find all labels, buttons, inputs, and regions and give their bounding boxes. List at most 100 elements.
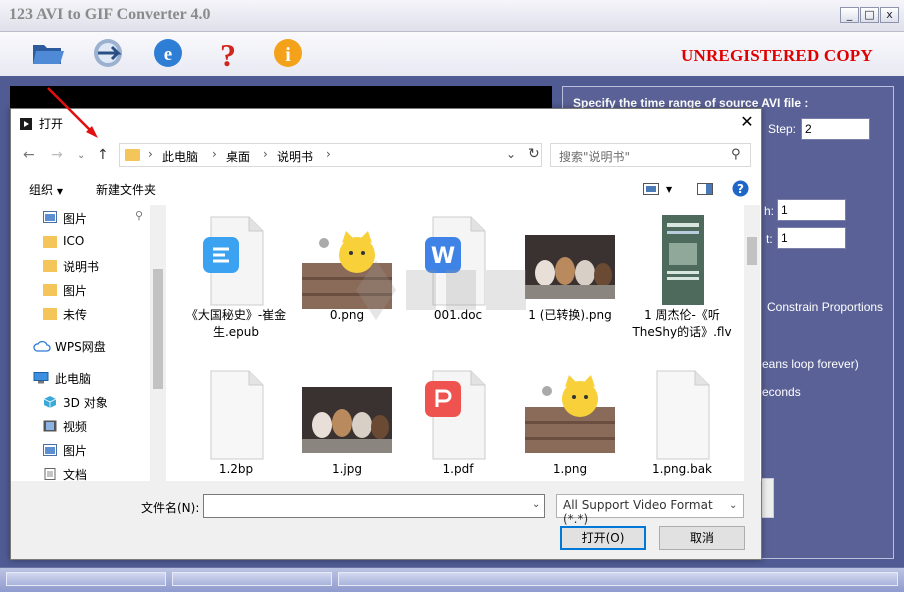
- info-icon[interactable]: i: [270, 35, 306, 71]
- file-list-scroll-thumb[interactable]: [747, 237, 757, 265]
- toolbar: e ? i UNREGISTERED COPY: [0, 32, 904, 76]
- wps-doc-icon: W: [425, 216, 486, 306]
- dialog-app-icon: [20, 118, 32, 130]
- sidebar-scroll-thumb[interactable]: [153, 269, 163, 389]
- sidebar-item-unsent[interactable]: 未传: [63, 306, 87, 323]
- sidebar-item-ico[interactable]: ICO: [63, 234, 84, 248]
- sidebar-item-this-pc[interactable]: 此电脑: [55, 370, 91, 387]
- forward-icon[interactable]: →: [51, 147, 63, 163]
- document-icon: [44, 468, 56, 480]
- filename-label: 文件名(N):: [141, 501, 200, 515]
- folder-icon: [43, 308, 57, 320]
- constrain-proportions-label[interactable]: Constrain Proportions: [767, 300, 883, 314]
- minimize-button[interactable]: _: [840, 7, 859, 23]
- cartoon-cat-thumbnail: [302, 213, 392, 309]
- preview-pane-icon[interactable]: [697, 183, 713, 195]
- up-folder-icon[interactable]: ↑: [97, 147, 109, 163]
- refresh-icon[interactable]: ↻: [528, 146, 540, 162]
- puppies-thumbnail: [525, 235, 615, 299]
- view-mode-icon[interactable]: [643, 183, 659, 195]
- title-bar: 123 AVI to GIF Converter 4.0 _ □ x: [0, 0, 904, 32]
- file-list: 《大国秘史》-崔金生.epub 0.png W 001.doc 1 (已转换).…: [167, 205, 761, 481]
- sidebar-item-wps-cloud[interactable]: WPS网盘: [55, 338, 106, 355]
- web-icon[interactable]: e: [150, 35, 186, 71]
- dialog-footer: 文件名(N): ⌄ All Support Video Format (*.*)…: [11, 481, 761, 559]
- pictures-icon: [43, 444, 57, 456]
- sidebar-item-documents[interactable]: 文档: [63, 466, 87, 481]
- new-folder-button[interactable]: 新建文件夹: [96, 181, 156, 198]
- file-name: 1.png.bak: [651, 462, 713, 476]
- open-file-dialog: 打开 ✕ ← → ⌄ ↑ › 此电脑 › 桌面 › 说明书 › ⌄ ↻ 搜索"说…: [10, 108, 762, 560]
- status-segment: [338, 572, 898, 586]
- field1-label: h:: [764, 204, 775, 218]
- file-type-select[interactable]: All Support Video Format (*.*) ⌄: [556, 494, 744, 526]
- search-placeholder: 搜索"说明书": [559, 150, 631, 164]
- epub-icon: [203, 216, 264, 306]
- field1-input[interactable]: [777, 199, 846, 221]
- svg-text:i: i: [285, 44, 291, 66]
- pin-icon[interactable]: ⚲: [135, 209, 143, 222]
- file-name: 1 周杰伦-《听TheShy的话》.flv: [632, 308, 732, 339]
- breadcrumb-separator: ›: [212, 147, 217, 161]
- svg-text:?: ?: [220, 37, 236, 71]
- command-bar: 组织 ▼ 新建文件夹 ▼ ?: [11, 173, 761, 205]
- folder-icon: [43, 236, 57, 248]
- file-type-value: All Support Video Format (*.*): [563, 498, 713, 526]
- app-title: 123 AVI to GIF Converter 4.0: [9, 6, 211, 23]
- chevron-down-icon[interactable]: ⌄: [532, 499, 540, 510]
- file-name: 0.png: [329, 308, 365, 322]
- search-box[interactable]: 搜索"说明书" ⚲: [550, 143, 751, 167]
- navigation-pane: 图片 ⚲ ICO 说明书 图片 未传 WPS网盘 此电脑 3D 对象 视频 图片…: [11, 205, 167, 481]
- view-dropdown-icon[interactable]: ▼: [666, 185, 672, 194]
- puppies-thumbnail: [302, 387, 392, 453]
- sidebar-item-pictures-folder[interactable]: 图片: [63, 282, 87, 299]
- help-icon[interactable]: ?: [732, 180, 749, 197]
- field2-input[interactable]: [777, 227, 846, 249]
- blank-file-icon: [656, 370, 710, 460]
- unregistered-label: UNREGISTERED COPY: [681, 46, 873, 65]
- breadcrumb-this-pc[interactable]: 此电脑: [162, 148, 198, 165]
- cartoon-cat-thumbnail: [525, 367, 615, 463]
- sidebar-item-manual[interactable]: 说明书: [63, 258, 99, 275]
- file-name: 1.pdf: [442, 462, 474, 476]
- history-dropdown-icon[interactable]: ⌄: [77, 150, 85, 161]
- dialog-close-button[interactable]: ✕: [737, 112, 757, 131]
- file-name: 1 (已转换).png: [528, 308, 612, 322]
- close-button[interactable]: x: [880, 7, 899, 23]
- cancel-button[interactable]: 取消: [659, 526, 745, 550]
- filename-input[interactable]: ⌄: [203, 494, 545, 518]
- chevron-down-icon: ▼: [56, 187, 63, 196]
- step-input[interactable]: [801, 118, 870, 140]
- svg-text:e: e: [164, 44, 172, 65]
- folder-icon: [125, 149, 140, 161]
- folder-open-icon[interactable]: [30, 35, 66, 71]
- sidebar-item-3d-objects[interactable]: 3D 对象: [63, 394, 108, 411]
- sidebar-item-pictures[interactable]: 图片: [63, 210, 87, 227]
- breadcrumb-manual[interactable]: 说明书: [277, 148, 313, 165]
- field2-label: t:: [766, 232, 773, 246]
- status-segment: [172, 572, 332, 586]
- organize-menu[interactable]: 组织 ▼: [29, 181, 63, 198]
- open-button[interactable]: 打开(O): [560, 526, 646, 550]
- help-icon[interactable]: ?: [210, 35, 246, 71]
- chevron-down-icon: ⌄: [729, 500, 738, 511]
- video-thumbnail: [662, 215, 704, 305]
- pdf-icon: [425, 370, 486, 460]
- file-name: 001.doc: [433, 308, 483, 322]
- breadcrumb-desktop[interactable]: 桌面: [226, 148, 250, 165]
- sidebar-item-videos[interactable]: 视频: [63, 418, 87, 435]
- back-icon[interactable]: ←: [23, 147, 35, 163]
- search-icon: ⚲: [731, 147, 741, 162]
- organize-label: 组织: [29, 183, 54, 197]
- pictures-icon: [43, 211, 57, 223]
- file-name: 1.png: [552, 462, 588, 476]
- address-dropdown-icon[interactable]: ⌄: [506, 147, 516, 161]
- address-bar[interactable]: › 此电脑 › 桌面 › 说明书 › ⌄ ↻: [119, 143, 542, 167]
- sidebar-item-pictures-lib[interactable]: 图片: [63, 442, 87, 459]
- folder-icon: [43, 260, 57, 272]
- status-segment: [6, 572, 166, 586]
- file-name: 1.2bp: [218, 462, 254, 476]
- video-preview: [10, 86, 552, 108]
- convert-icon[interactable]: [90, 35, 126, 71]
- maximize-button[interactable]: □: [860, 7, 879, 23]
